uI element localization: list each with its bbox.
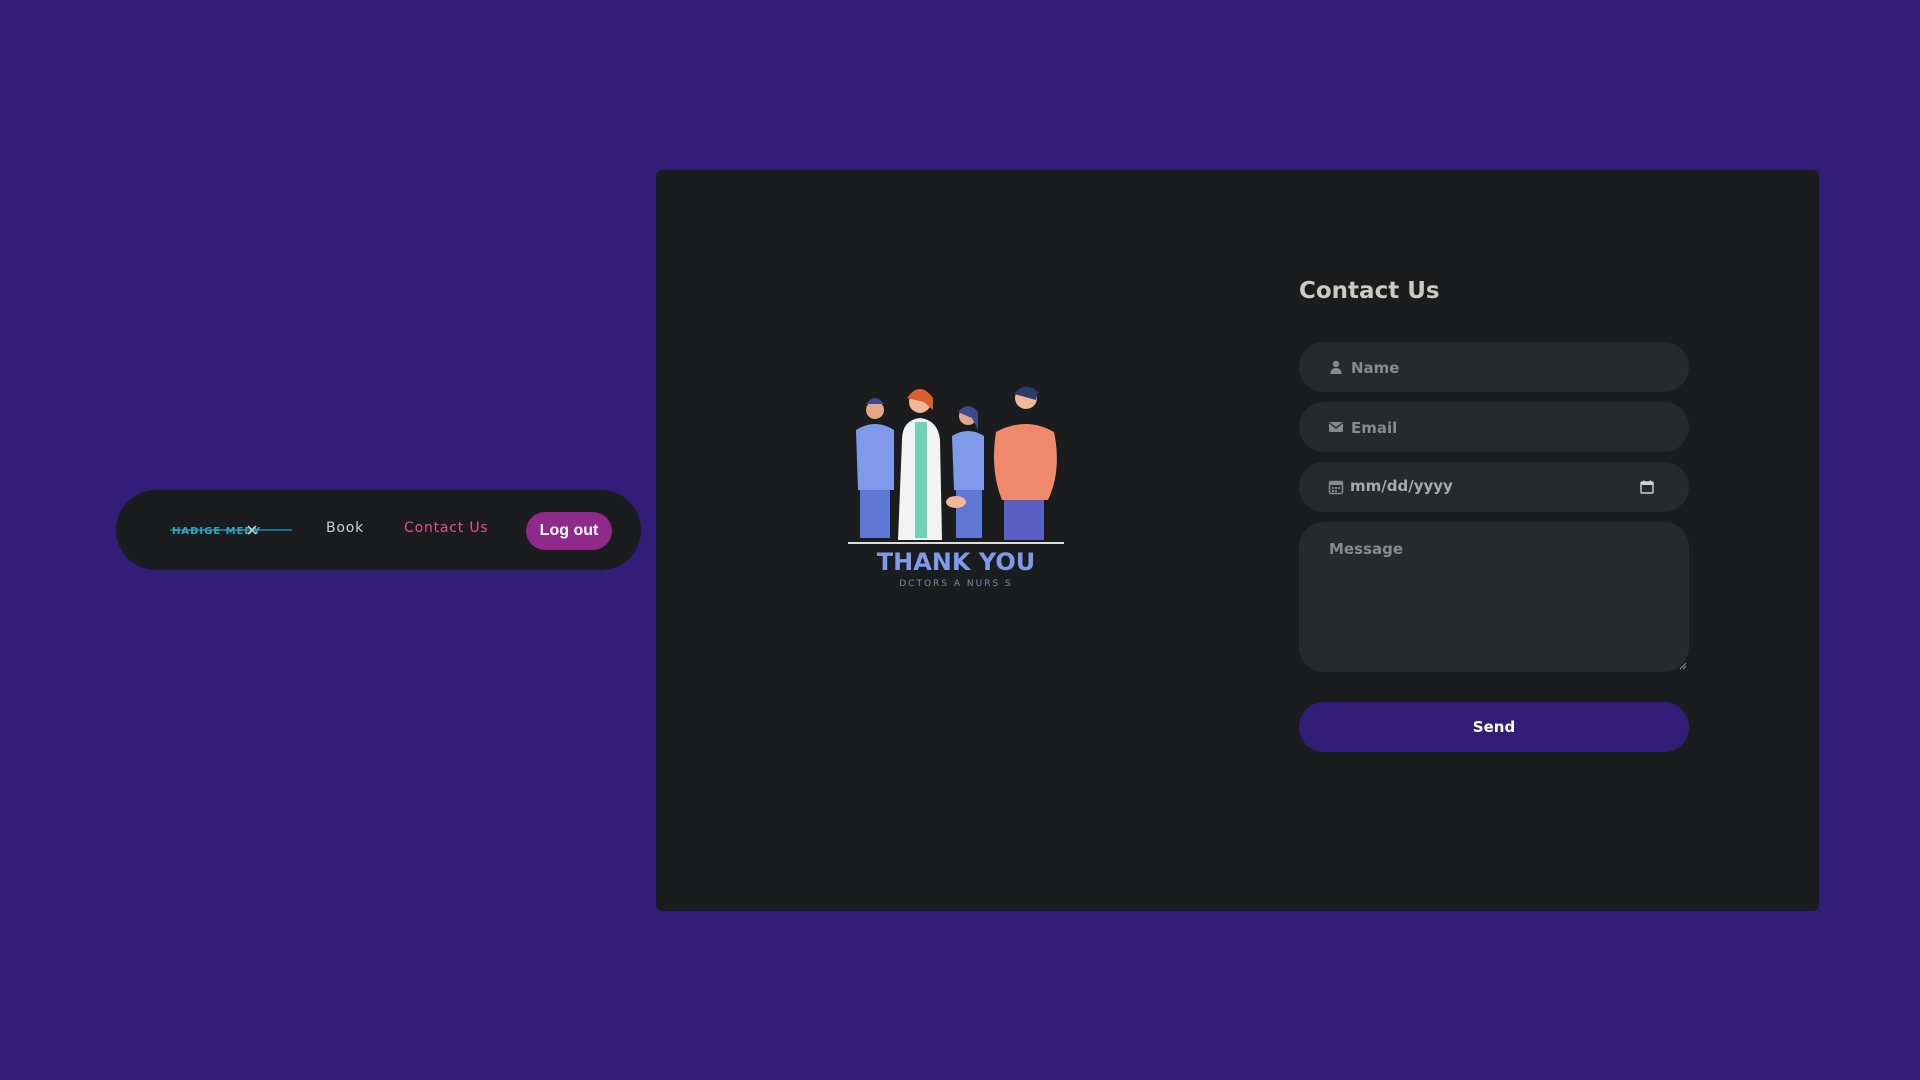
form-title: Contact Us (1299, 278, 1440, 304)
calendar-icon (1328, 480, 1344, 495)
thank-you-text: THANK YOU (877, 548, 1035, 576)
contact-card: THANK YOU DCTORS A NURS S Contact Us Nam… (656, 170, 1819, 911)
name-field[interactable] (1299, 342, 1689, 394)
navbar: HADIGE MEDY Book Contact Us Log out (116, 490, 641, 570)
message-field[interactable] (1299, 522, 1689, 672)
brand-logo[interactable]: HADIGE MEDY (170, 524, 292, 536)
resize-grip-icon[interactable] (1679, 662, 1687, 670)
thank-you-subtitle: DCTORS A NURS S (899, 579, 1013, 589)
date-input[interactable]: mm/dd/yyyy (1350, 477, 1453, 495)
name-input[interactable] (1349, 342, 1643, 394)
date-field[interactable]: mm/dd/yyyy (1299, 462, 1689, 512)
send-button[interactable]: Send (1299, 702, 1689, 752)
nav-book-link[interactable]: Book (326, 520, 364, 536)
message-input[interactable] (1327, 538, 1671, 662)
thank-you-illustration: THANK YOU DCTORS A NURS S (848, 386, 1064, 589)
calendar-picker-icon[interactable] (1640, 480, 1654, 494)
email-input[interactable] (1349, 402, 1643, 454)
user-icon (1330, 360, 1342, 374)
nav-contact-link[interactable]: Contact Us (404, 520, 488, 536)
logout-button[interactable]: Log out (526, 512, 612, 550)
brand-logo-text: HADIGE MEDY (172, 526, 261, 536)
email-field[interactable] (1299, 402, 1689, 454)
contact-form: Contact Us Name Email mm/dd/yyyy Message… (1299, 278, 1689, 752)
envelope-icon (1329, 422, 1343, 432)
